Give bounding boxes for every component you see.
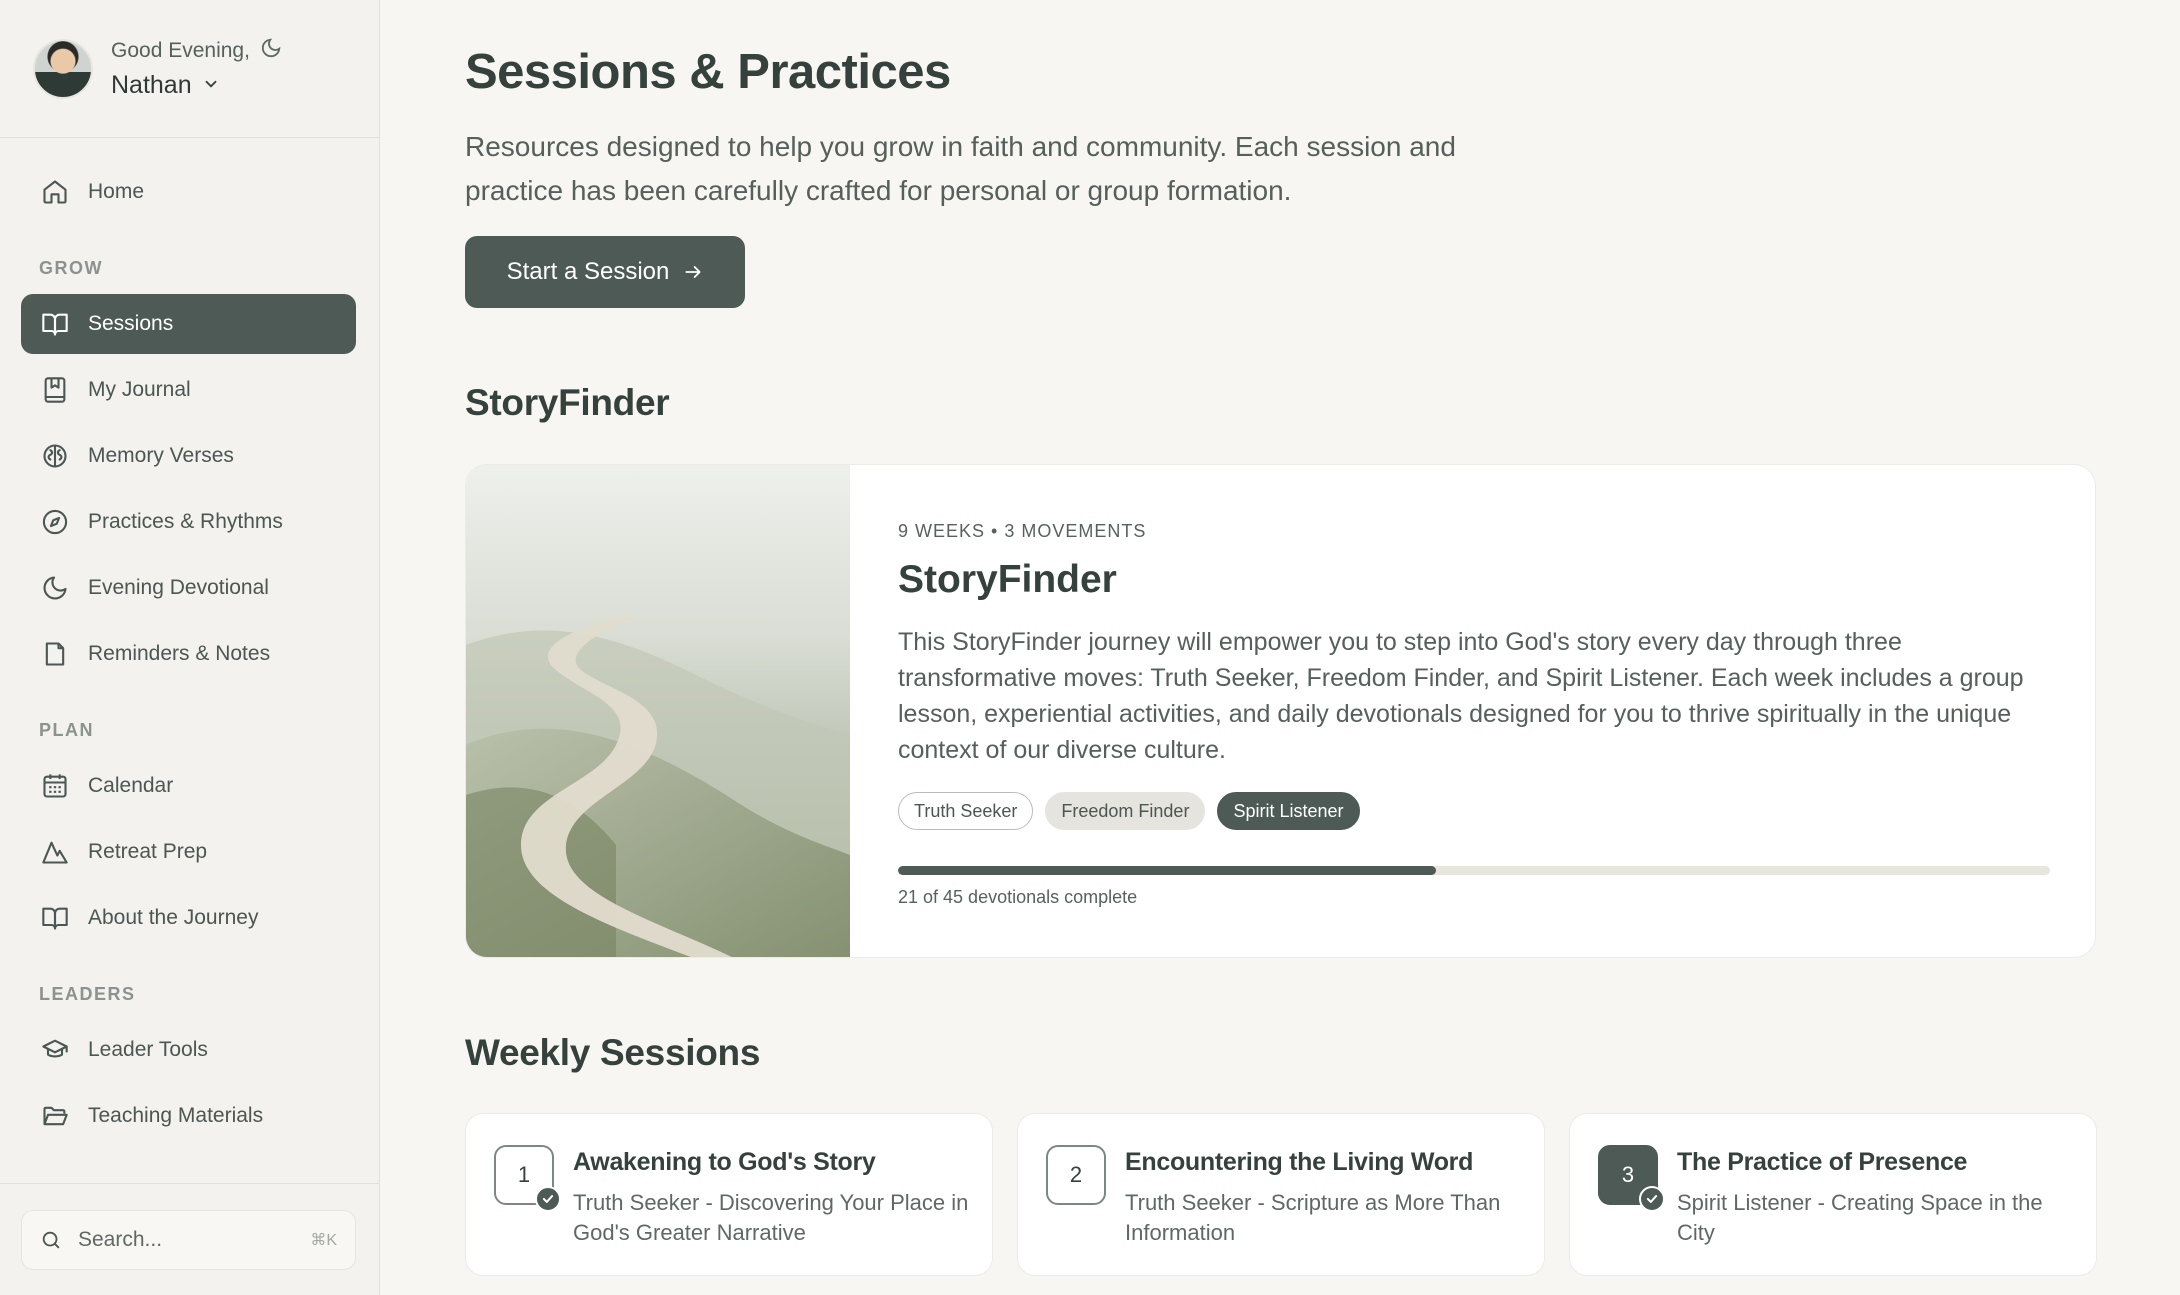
sidebar-item-label: About the Journey	[88, 906, 259, 929]
sidebar: Good Evening, Nathan Home GROW Sessions …	[0, 0, 380, 1295]
storyfinder-title: StoryFinder	[898, 558, 1117, 601]
session-title: The Practice of Presence	[1677, 1148, 1968, 1176]
check-icon	[535, 1186, 561, 1212]
tag-freedom-finder[interactable]: Freedom Finder	[1045, 792, 1206, 830]
avatar[interactable]	[33, 38, 93, 99]
sidebar-item-practices-rhythms[interactable]: Practices & Rhythms	[21, 492, 356, 552]
movement-tags: Truth Seeker Freedom Finder Spirit Liste…	[898, 792, 2058, 830]
sidebar-item-label: My Journal	[88, 378, 191, 401]
profile-header[interactable]: Good Evening, Nathan	[0, 0, 379, 138]
start-session-button[interactable]: Start a Session	[465, 236, 745, 308]
brain-icon	[40, 441, 70, 471]
sidebar-item-teaching-materials[interactable]: Teaching Materials	[21, 1086, 356, 1146]
weekly-sessions-title: Weekly Sessions	[465, 1032, 761, 1073]
chevron-down-icon	[202, 71, 220, 100]
session-subtitle: Truth Seeker - Discovering Your Place in…	[573, 1190, 969, 1245]
sidebar-item-my-journal[interactable]: My Journal	[21, 360, 356, 420]
storyfinder-section-title: StoryFinder	[465, 382, 670, 423]
sidebar-item-label: Calendar	[88, 774, 174, 797]
search-shortcut: ⌘K	[310, 1232, 337, 1249]
sidebar-item-memory-verses[interactable]: Memory Verses	[21, 426, 356, 486]
search-input[interactable]: Search... ⌘K	[21, 1210, 356, 1270]
sidebar-item-label: Sessions	[88, 312, 174, 335]
progress-label: 21 of 45 devotionals complete	[898, 887, 1138, 907]
storyfinder-card[interactable]: 9 WEEKS • 3 MOVEMENTS StoryFinder This S…	[465, 464, 2096, 958]
journal-icon	[40, 375, 70, 405]
session-number: 3	[1598, 1145, 1665, 1212]
search-icon	[40, 1229, 62, 1251]
user-name: Nathan	[111, 71, 192, 99]
nav-section-grow: GROW	[39, 258, 103, 278]
book-open-icon	[40, 309, 70, 339]
sidebar-item-label: Practices & Rhythms	[88, 510, 283, 533]
moon-icon	[260, 37, 282, 65]
note-icon	[40, 639, 70, 669]
moon-icon	[40, 573, 70, 603]
folder-open-icon	[40, 1101, 70, 1131]
graduation-cap-icon	[40, 1035, 70, 1065]
sidebar-item-label: Reminders & Notes	[88, 642, 271, 665]
sidebar-item-label: Leader Tools	[88, 1038, 208, 1061]
compass-icon	[40, 507, 70, 537]
sidebar-item-reminders-notes[interactable]: Reminders & Notes	[21, 624, 356, 684]
progress-fill	[898, 866, 1436, 875]
greeting-text: Good Evening,	[111, 39, 250, 62]
sidebar-item-calendar[interactable]: Calendar	[21, 756, 356, 816]
home-icon	[40, 177, 70, 207]
user-menu[interactable]: Nathan	[111, 71, 282, 100]
storyfinder-meta: 9 WEEKS • 3 MOVEMENTS	[898, 521, 1147, 541]
nav-section-plan: PLAN	[39, 720, 94, 740]
tag-truth-seeker[interactable]: Truth Seeker	[898, 792, 1034, 830]
winding-path-image	[466, 465, 850, 957]
sidebar-item-sessions[interactable]: Sessions	[21, 294, 356, 354]
tag-spirit-listener[interactable]: Spirit Listener	[1217, 792, 1360, 830]
book-open-icon	[40, 903, 70, 933]
devotional-progress-bar	[898, 866, 2050, 875]
check-icon	[1639, 1186, 1665, 1212]
sidebar-item-label: Home	[88, 180, 145, 203]
session-number: 2	[1046, 1145, 1106, 1205]
sidebar-item-evening-devotional[interactable]: Evening Devotional	[21, 558, 356, 618]
page-intro: Resources designed to help you grow in f…	[465, 131, 1456, 206]
sidebar-item-leader-tools[interactable]: Leader Tools	[21, 1020, 356, 1080]
sidebar-item-label: Evening Devotional	[88, 576, 269, 599]
arrow-right-icon	[683, 262, 703, 282]
mountain-icon	[40, 837, 70, 867]
sidebar-item-label: Retreat Prep	[88, 840, 208, 863]
session-number: 1	[494, 1145, 561, 1212]
sidebar-item-retreat-prep[interactable]: Retreat Prep	[21, 822, 356, 882]
storyfinder-description: This StoryFinder journey will empower yo…	[898, 628, 2024, 764]
session-subtitle: Truth Seeker - Scripture as More Than In…	[1125, 1190, 1501, 1245]
search-placeholder: Search...	[78, 1228, 163, 1251]
session-title: Awakening to God's Story	[573, 1148, 876, 1176]
nav-section-leaders: LEADERS	[39, 984, 136, 1004]
session-card-3[interactable]: 3 The Practice of Presence Spirit Listen…	[1569, 1113, 2097, 1276]
sidebar-item-label: Memory Verses	[88, 444, 234, 467]
calendar-icon	[40, 771, 70, 801]
session-subtitle: Spirit Listener - Creating Space in the …	[1677, 1190, 2043, 1245]
session-title: Encountering the Living Word	[1125, 1148, 1474, 1176]
session-card-2[interactable]: 2 Encountering the Living Word Truth See…	[1017, 1113, 1545, 1276]
sidebar-item-label: Teaching Materials	[88, 1104, 264, 1127]
page-title: Sessions & Practices	[465, 45, 951, 99]
sidebar-item-about-the-journey[interactable]: About the Journey	[21, 888, 356, 948]
sidebar-item-home[interactable]: Home	[21, 162, 356, 222]
session-card-1[interactable]: 1 Awakening to God's Story Truth Seeker …	[465, 1113, 993, 1276]
